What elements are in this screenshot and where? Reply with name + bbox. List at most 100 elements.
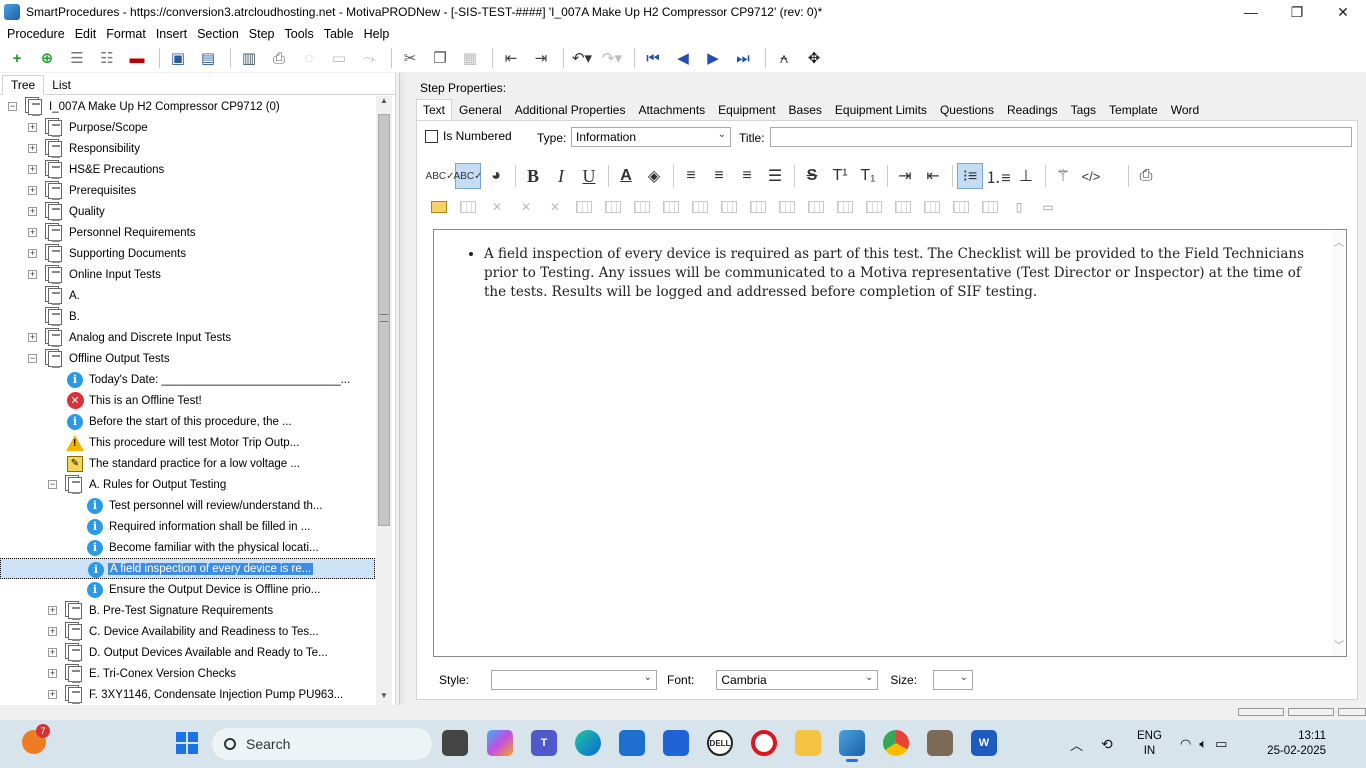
chrome-icon[interactable] [883, 730, 909, 756]
insert-column-right-icon[interactable] [688, 197, 712, 217]
scroll-up-icon[interactable]: ︿ [1334, 234, 1344, 249]
editor-content[interactable]: A field inspection of every device is re… [466, 245, 1306, 302]
tree-node[interactable]: B. [0, 306, 375, 327]
expand-icon[interactable]: + [48, 627, 57, 636]
expand-icon[interactable]: + [28, 228, 37, 237]
subscript-icon[interactable]: T₁ [855, 163, 881, 189]
tree-node[interactable]: A. [0, 285, 375, 306]
tree-node[interactable]: This procedure will test Motor Trip Outp… [0, 432, 375, 453]
tree-node[interactable]: i Become familiar with the physical locat… [0, 537, 375, 558]
justify-icon[interactable]: ☰ [762, 163, 788, 189]
tree-scrollbar[interactable]: ▲ ▼ [376, 96, 392, 705]
expand-icon[interactable]: + [28, 270, 37, 279]
redo-nav-icon[interactable]: ⤳ [356, 47, 382, 69]
tree-node[interactable]: + B. Pre-Test Signature Requirements [0, 600, 375, 621]
remote-desktop-icon[interactable] [927, 730, 953, 756]
size-select[interactable]: ⌄ [933, 670, 974, 690]
save-all-icon[interactable]: ▣ [165, 47, 191, 69]
word-icon[interactable]: W [971, 730, 997, 756]
scroll-up-icon[interactable]: ▲ [376, 96, 392, 110]
tab-template[interactable]: Template [1103, 100, 1164, 120]
teams-icon[interactable]: T [531, 730, 557, 756]
tree-node[interactable]: + Prerequisites [0, 180, 375, 201]
row-height-icon[interactable]: ▭ [1036, 197, 1060, 217]
tree-node[interactable]: i Required information shall be filled in… [0, 516, 375, 537]
expand-icon[interactable]: + [28, 165, 37, 174]
tree-node[interactable]: + F. 3XY1146, Condensate Injection Pump P… [0, 684, 375, 705]
spellcheck-icon[interactable]: ⍲ [771, 47, 797, 69]
taskbar-search[interactable]: Search [212, 728, 432, 760]
cell-align-icon[interactable] [920, 197, 944, 217]
maximize-button[interactable]: ❐ [1274, 0, 1320, 24]
font-select[interactable]: Cambria ⌄ [716, 670, 879, 690]
collapse-icon[interactable]: − [8, 102, 17, 111]
menu-table[interactable]: Table [319, 27, 359, 41]
fill-color-icon[interactable]: ◈ [641, 163, 667, 189]
dell-icon[interactable]: DELL [707, 730, 733, 756]
opera-icon[interactable] [751, 730, 777, 756]
strikethrough-icon[interactable]: S [799, 163, 825, 189]
outdent-icon[interactable]: ⇤ [498, 47, 524, 69]
tree-node[interactable]: iA field inspection of every device is r… [0, 558, 375, 579]
tab-equipment[interactable]: Equipment [712, 100, 781, 120]
folder-icon[interactable] [795, 730, 821, 756]
menu-section[interactable]: Section [192, 27, 244, 41]
expand-icon[interactable]: + [28, 333, 37, 342]
edge-icon[interactable] [575, 730, 601, 756]
align-right-icon[interactable]: ≡ [734, 163, 760, 189]
tab-attachments[interactable]: Attachments [632, 100, 711, 120]
clock[interactable]: 13:11 25-02-2025 [1267, 729, 1326, 759]
title-input[interactable] [770, 127, 1352, 147]
align-left-icon[interactable]: ≡ [678, 163, 704, 189]
tree-node[interactable]: + E. Tri-Conex Version Checks [0, 663, 375, 684]
cell-valign-icon[interactable] [949, 197, 973, 217]
merge-cells-icon[interactable] [833, 197, 857, 217]
bullet-list-icon[interactable]: ⁝≡ [957, 163, 983, 189]
tab-equipment-limits[interactable]: Equipment Limits [829, 100, 933, 120]
column-width-icon[interactable]: ▯ [1007, 197, 1031, 217]
underline-icon[interactable]: U [576, 163, 602, 189]
spellcheck-abc-icon[interactable]: ABC✓ [426, 163, 455, 189]
store-icon[interactable] [619, 730, 645, 756]
next-icon[interactable]: ▶ [700, 47, 726, 69]
style-select[interactable]: ⌄ [491, 670, 658, 690]
merge-up-icon[interactable] [746, 197, 770, 217]
bold-icon[interactable]: B [520, 163, 546, 189]
magic-wand-icon[interactable]: ⚚ [1050, 163, 1076, 189]
tree-node[interactable]: ✎ The standard practice for a low voltage… [0, 453, 375, 474]
tree-node[interactable]: + Quality [0, 201, 375, 222]
network-sync-icon[interactable]: ⟲ [1101, 736, 1113, 753]
color-wheel-icon[interactable]: ◕ [483, 163, 509, 189]
tree-node[interactable]: − A. Rules for Output Testing [0, 474, 375, 495]
is-numbered-checkbox[interactable] [425, 129, 438, 143]
tree-node[interactable]: − I_007A Make Up H2 Compressor CP9712 (0) [0, 96, 375, 117]
tab-tags[interactable]: Tags [1065, 100, 1102, 120]
list-alt-icon[interactable]: ☷ [94, 47, 120, 69]
send-app-icon[interactable] [663, 730, 689, 756]
copilot-icon[interactable] [487, 730, 513, 756]
cut-icon[interactable]: ✂ [397, 47, 423, 69]
menu-tools[interactable]: Tools [280, 27, 319, 41]
menu-format[interactable]: Format [101, 27, 151, 41]
tab-general[interactable]: General [453, 100, 508, 120]
tree-node[interactable]: + D. Output Devices Available and Ready t… [0, 642, 375, 663]
move-icon[interactable]: ✥ [801, 47, 827, 69]
menu-procedure[interactable]: Procedure [2, 27, 70, 41]
last-icon[interactable]: ⏭ [730, 47, 756, 69]
tab-bases[interactable]: Bases [783, 100, 828, 120]
tree-node[interactable]: + Personnel Requirements [0, 222, 375, 243]
undo-icon[interactable]: ↶▾ [569, 47, 595, 69]
list-icon[interactable]: ☰ [64, 47, 90, 69]
pane-splitter[interactable] [399, 73, 404, 705]
editor-scrollbar[interactable]: ︿ ﹀ [1332, 230, 1346, 656]
italic-icon[interactable]: I [548, 163, 574, 189]
insert-line-icon[interactable]: ⊥ [1013, 163, 1039, 189]
indent-icon[interactable]: ⇥ [528, 47, 554, 69]
merge-down-icon[interactable] [775, 197, 799, 217]
menu-edit[interactable]: Edit [70, 27, 102, 41]
merge-right-icon[interactable] [804, 197, 828, 217]
insert-column-left-icon[interactable] [659, 197, 683, 217]
delete-table-icon[interactable]: ✕ [543, 197, 567, 217]
remove-icon[interactable]: ▬ [124, 47, 150, 69]
add-child-icon[interactable]: ⊕ [34, 47, 60, 69]
